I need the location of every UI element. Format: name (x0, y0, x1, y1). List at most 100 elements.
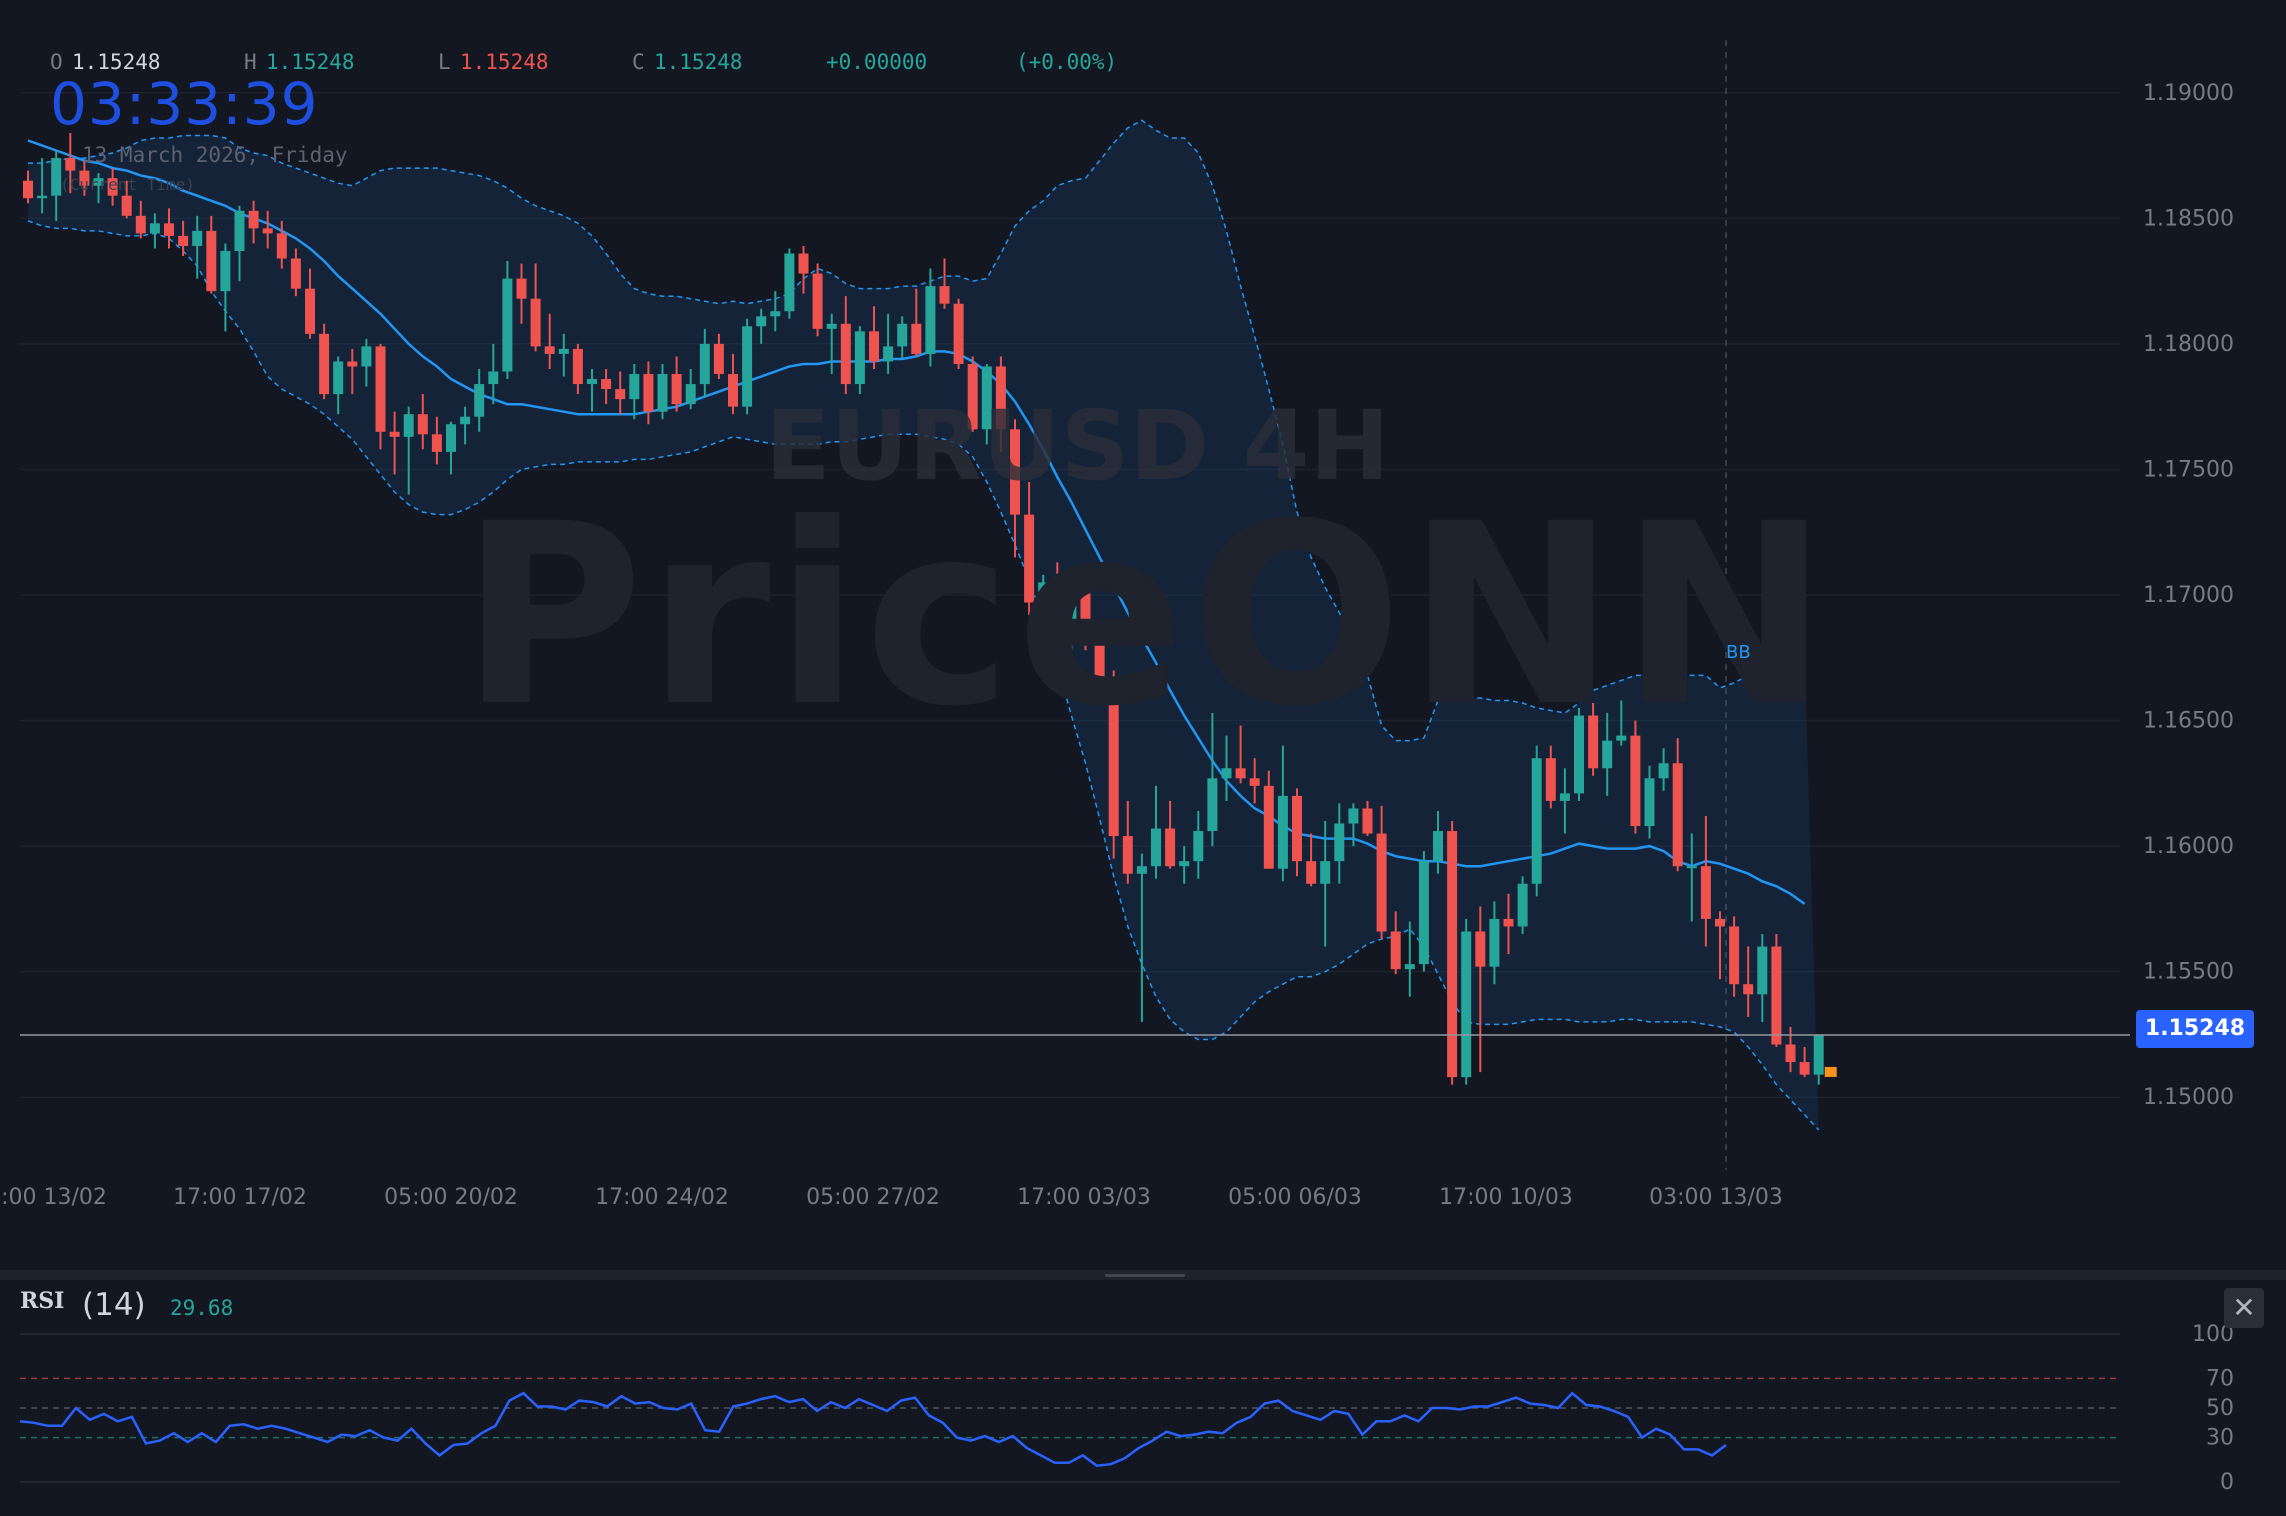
change-percent: (+0.00%) (1016, 50, 1118, 74)
price-tick-label: 1.15500 (2143, 960, 2234, 985)
clock-time: 03:33:39 (50, 70, 319, 138)
candle (319, 323, 330, 400)
price-tick-label: 1.19000 (2143, 81, 2234, 106)
candle-body (1644, 778, 1655, 827)
close-value: 1.15248 (654, 50, 743, 74)
candle-body (1404, 964, 1415, 970)
price-axis[interactable]: 1.19000 1.18500 1.18000 1.17500 1.17000 1.165… (2143, 81, 2234, 1110)
time-tick-label: 17:00 03/03 (1017, 1185, 1151, 1210)
candle-body (840, 323, 851, 385)
candle-body (389, 431, 400, 437)
candle (812, 263, 823, 337)
candle (1531, 745, 1542, 897)
candle-body (1165, 828, 1176, 867)
candle-body (206, 230, 217, 292)
candle-body (1292, 795, 1302, 862)
candle-body (1136, 866, 1147, 874)
candle-body (629, 374, 640, 400)
time-tick-label: 05:00 27/02 (806, 1185, 940, 1210)
candle-body (347, 361, 358, 367)
time-tick-label: 17:00 10/03 (1439, 1185, 1573, 1210)
candle-body (572, 348, 583, 385)
candle-body (1334, 823, 1345, 862)
candle-body (1433, 831, 1443, 862)
rsi-tick-label: 70 (2206, 1366, 2234, 1391)
candle-body (728, 374, 738, 407)
candle-body (1277, 795, 1288, 869)
candle-body (1729, 926, 1740, 985)
candle-body (290, 258, 301, 289)
candle-body (897, 323, 908, 347)
candle-body (1122, 836, 1133, 874)
candle-body (65, 158, 76, 171)
candle-body (446, 424, 456, 452)
candle-body (460, 416, 471, 425)
time-tick-label: 17:00 13/02 (0, 1185, 107, 1210)
candle-body (178, 235, 189, 246)
rsi-value: 29.68 (170, 1296, 234, 1320)
low-label: L (438, 50, 451, 74)
candle-body (192, 230, 203, 246)
pane-resize-grip[interactable] (1105, 1274, 1185, 1277)
candle-body (854, 331, 865, 385)
candle-body (615, 389, 626, 400)
candle-body (1249, 778, 1260, 786)
candle-body (756, 316, 767, 327)
candle-body (1179, 861, 1190, 867)
candle-body (417, 414, 428, 435)
candle-body (601, 379, 612, 390)
rsi-length: (14) (82, 1287, 146, 1323)
candle (784, 248, 795, 319)
candle-body (558, 348, 569, 354)
candle-body (1503, 918, 1514, 927)
marker-square (1824, 1066, 1837, 1077)
candle-body (488, 371, 499, 385)
candle-body (121, 195, 132, 216)
time-axis[interactable]: 17:00 13/02 17:00 17/02 05:00 20/02 17:00 2… (0, 1185, 1783, 1210)
price-tick-label: 1.16500 (2143, 709, 2234, 734)
price-tick-label: 1.15000 (2143, 1085, 2234, 1110)
candle-body (1531, 758, 1542, 884)
candle-body (1813, 1034, 1824, 1075)
candle (1447, 821, 1458, 1085)
candle-body (1785, 1044, 1796, 1063)
bb-label: BB (1726, 642, 1751, 663)
candle-body (883, 346, 894, 362)
candle-body (911, 323, 922, 354)
change-value: +0.00000 (826, 50, 928, 74)
candle-body (502, 278, 513, 372)
close-label: C (632, 50, 645, 74)
current-price-badge: 1.15248 (2136, 1010, 2254, 1048)
candle-body (1686, 866, 1697, 869)
candle-body (587, 379, 597, 385)
candle-body (276, 233, 287, 259)
candle-body (149, 223, 160, 234)
rsi-line (19, 1391, 1727, 1467)
price-tick-label: 1.17000 (2143, 583, 2234, 608)
candle-body (742, 326, 753, 407)
candle-body (262, 228, 273, 234)
close-rsi-button[interactable]: ✕ (2224, 1288, 2264, 1328)
candle-body (220, 250, 231, 292)
candle-body (657, 374, 668, 412)
candle-body (135, 215, 146, 234)
rsi-tick-label: 0 (2220, 1470, 2234, 1495)
candle-body (643, 374, 654, 412)
clock-date: 13 March 2026, Friday (82, 143, 348, 167)
candle-body (248, 210, 259, 229)
candle (854, 326, 865, 395)
rsi-pane: 1007050300 (19, 1322, 2234, 1495)
candle (1461, 918, 1472, 1085)
time-tick-label: 17:00 24/02 (595, 1185, 729, 1210)
candle-body (234, 210, 245, 251)
candle-body (361, 346, 372, 367)
candle-body (869, 331, 879, 362)
candle-body (1700, 866, 1711, 919)
candle-body (1658, 763, 1669, 779)
candle (742, 318, 753, 415)
candle-body (685, 384, 696, 405)
low-value: 1.15248 (460, 50, 549, 74)
candle (953, 298, 964, 369)
price-tick-label: 1.17500 (2143, 457, 2234, 482)
candle-body (530, 298, 541, 347)
